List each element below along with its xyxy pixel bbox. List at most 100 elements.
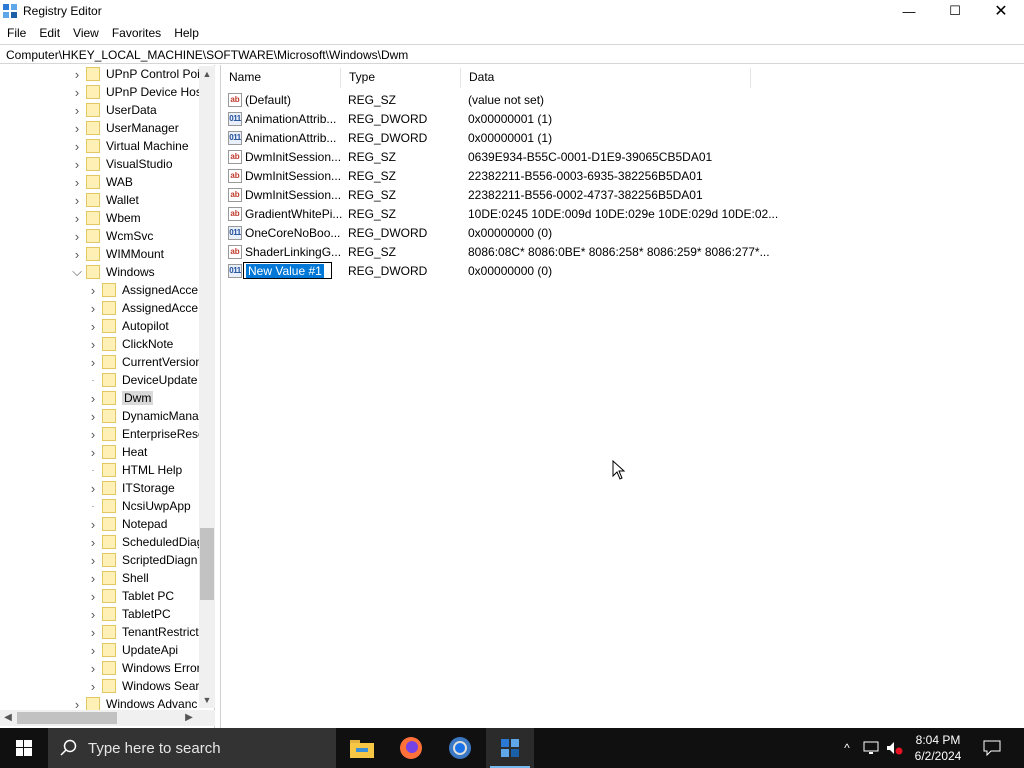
chevron-right-icon[interactable]: › [86, 661, 100, 676]
tree-item[interactable]: › ScheduledDiag [86, 533, 204, 551]
chevron-right-icon[interactable]: › [70, 247, 84, 262]
chevron-right-icon[interactable]: › [70, 229, 84, 244]
chevron-right-icon[interactable]: › [86, 391, 100, 406]
column-type-header[interactable]: Type [341, 68, 461, 88]
chevron-right-icon[interactable]: › [70, 103, 84, 118]
tree-item[interactable]: › AssignedAcce [86, 281, 198, 299]
menu-file[interactable]: File [0, 23, 32, 43]
chevron-right-icon[interactable]: › [86, 517, 100, 532]
network-icon[interactable] [860, 728, 882, 768]
chevron-right-icon[interactable]: › [86, 643, 100, 658]
tree-item[interactable]: › Wallet [70, 191, 139, 209]
tree-vertical-scrollbar[interactable]: ▲ ▼ [199, 66, 215, 708]
tree-item[interactable]: › Notepad [86, 515, 168, 533]
firefox-button[interactable] [387, 728, 435, 768]
minimize-button[interactable]: — [886, 0, 932, 22]
chevron-right-icon[interactable]: › [86, 589, 100, 604]
chevron-right-icon[interactable]: › [70, 193, 84, 208]
key-tree[interactable]: › UPnP Control Poi › UPnP Device Hos › UserDa… [0, 65, 215, 728]
chevron-right-icon[interactable]: › [86, 625, 100, 640]
registry-editor-taskbar-button[interactable] [486, 728, 534, 768]
chrome-button[interactable] [436, 728, 484, 768]
tree-item[interactable]: · HTML Help [86, 461, 182, 479]
chevron-right-icon[interactable]: › [86, 607, 100, 622]
tree-item[interactable]: › TabletPC [86, 605, 171, 623]
tree-item-selected[interactable]: › Dwm [86, 389, 154, 407]
tree-item[interactable]: › EnterpriseResc [86, 425, 204, 443]
chevron-right-icon[interactable]: › [86, 571, 100, 586]
chevron-right-icon[interactable]: › [70, 157, 84, 172]
value-row[interactable]: ab DwmInitSession... REG_SZ 22382211-B556-0… [221, 186, 761, 205]
chevron-right-icon[interactable]: › [86, 337, 100, 352]
taskbar-clock[interactable]: 8:04 PM 6/2/2024 [908, 732, 968, 764]
tree-item[interactable]: › DynamicMana [86, 407, 199, 425]
tree-item[interactable]: › Windows Sear [86, 677, 200, 695]
chevron-right-icon[interactable]: › [70, 211, 84, 226]
menu-favorites[interactable]: Favorites [105, 23, 167, 43]
tree-item[interactable]: › Wbem [70, 209, 141, 227]
tree-item[interactable]: › VisualStudio [70, 155, 173, 173]
chevron-up-icon[interactable]: ^ [838, 728, 856, 768]
value-list[interactable]: Name Type Data ab (Default) REG_SZ (value n… [220, 65, 1024, 728]
scroll-left-icon[interactable]: ◀ [0, 710, 16, 726]
chevron-right-icon[interactable]: › [86, 553, 100, 568]
chevron-right-icon[interactable]: › [86, 679, 100, 694]
tree-item[interactable]: › UserManager [70, 119, 179, 137]
tree-item[interactable]: › Tablet PC [86, 587, 174, 605]
menu-edit[interactable]: Edit [32, 23, 66, 43]
tree-horizontal-scrollbar[interactable]: ◀ ▶ [0, 710, 215, 726]
tree-item-windows[interactable]: ⌵ Windows [70, 263, 155, 281]
tree-item[interactable]: › UPnP Control Poi [70, 65, 200, 83]
value-row-editing[interactable]: 011 New Value #1 REG_DWORD 0x00000000 (0) [221, 262, 761, 281]
tree-item[interactable]: › CurrentVersion [86, 353, 202, 371]
start-button[interactable] [0, 728, 48, 768]
notifications-icon[interactable] [978, 728, 1006, 768]
tree-item[interactable]: › Heat [86, 443, 148, 461]
tree-item[interactable]: › Virtual Machine [70, 137, 189, 155]
taskbar-search-box[interactable]: Type here to search [48, 728, 336, 768]
chevron-right-icon[interactable]: › [70, 85, 84, 100]
value-row[interactable]: 011 OneCoreNoBoo... REG_DWORD 0x00000000 (0… [221, 224, 761, 243]
chevron-right-icon[interactable]: › [86, 301, 100, 316]
column-name-header[interactable]: Name [221, 68, 341, 88]
close-button[interactable]: ✕ [978, 0, 1024, 22]
scroll-right-icon[interactable]: ▶ [181, 710, 197, 726]
menu-view[interactable]: View [66, 23, 105, 43]
chevron-right-icon[interactable]: › [70, 139, 84, 154]
tree-item[interactable]: › TenantRestrict [86, 623, 199, 641]
chevron-right-icon[interactable]: › [70, 175, 84, 190]
chevron-right-icon[interactable]: › [70, 121, 84, 136]
tree-item[interactable]: › Autopilot [86, 317, 169, 335]
chevron-right-icon[interactable]: › [86, 409, 100, 424]
tree-item[interactable]: › UserData [70, 101, 157, 119]
tree-item[interactable]: › ScriptedDiagn [86, 551, 198, 569]
tree-item[interactable]: › UPnP Device Hos [70, 83, 202, 101]
column-data-header[interactable]: Data [461, 68, 751, 88]
tree-item[interactable]: › Shell [86, 569, 149, 587]
value-row[interactable]: ab (Default) REG_SZ (value not set) [221, 91, 761, 110]
scroll-thumb[interactable] [200, 528, 214, 600]
value-row[interactable]: ab DwmInitSession... REG_SZ 22382211-B556-0… [221, 167, 761, 186]
menu-help[interactable]: Help [167, 23, 205, 43]
address-bar[interactable]: Computer\HKEY_LOCAL_MACHINE\SOFTWARE\Mic… [0, 44, 1024, 64]
tree-item[interactable]: · DeviceUpdate [86, 371, 197, 389]
tree-item[interactable]: › AssignedAcce [86, 299, 198, 317]
tree-item[interactable]: › WAB [70, 173, 133, 191]
chevron-right-icon[interactable]: › [86, 283, 100, 298]
chevron-down-icon[interactable]: ⌵ [70, 264, 84, 280]
tree-item[interactable]: › WcmSvc [70, 227, 154, 245]
value-row[interactable]: ab DwmInitSession... REG_SZ 0639E934-B55C-0… [221, 148, 761, 167]
tree-item[interactable]: › WIMMount [70, 245, 164, 263]
scroll-up-icon[interactable]: ▲ [199, 66, 215, 82]
tree-item[interactable]: · NcsiUwpApp [86, 497, 191, 515]
chevron-right-icon[interactable]: › [86, 445, 100, 460]
value-row[interactable]: ab GradientWhitePi... REG_SZ 10DE:0245 10DE… [221, 205, 778, 224]
chevron-right-icon[interactable]: › [86, 355, 100, 370]
value-row[interactable]: ab ShaderLinkingG... REG_SZ 8086:08C* 8086:… [221, 243, 770, 262]
value-row[interactable]: 011 AnimationAttrib... REG_DWORD 0x00000001… [221, 129, 761, 148]
maximize-button[interactable]: ☐ [932, 0, 978, 22]
scroll-thumb-horizontal[interactable] [17, 712, 117, 724]
chevron-right-icon[interactable]: › [86, 481, 100, 496]
chevron-right-icon[interactable]: › [86, 427, 100, 442]
chevron-right-icon[interactable]: › [70, 67, 84, 82]
